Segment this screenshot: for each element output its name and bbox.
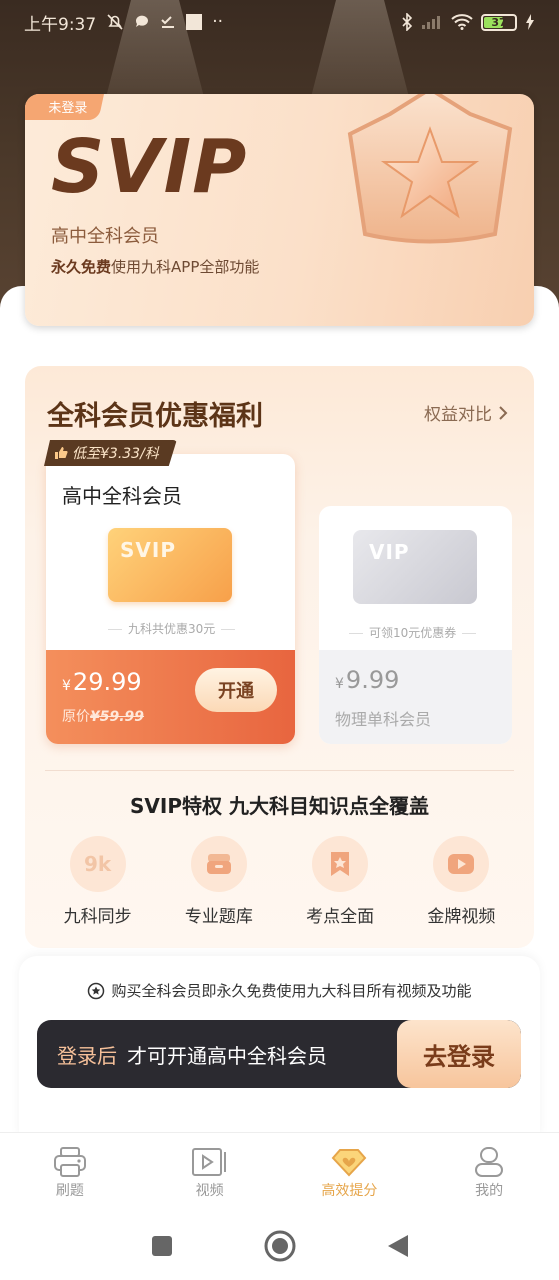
plan-note: 可领10元优惠券: [343, 624, 482, 641]
video-icon: [191, 1147, 226, 1176]
svip-logo: SVIP: [51, 124, 248, 210]
open-membership-button[interactable]: 开通: [195, 668, 277, 712]
chat-icon: [136, 15, 149, 27]
plan-card-all-subjects[interactable]: 高中全科会员 SVIP 九科共优惠30元 ¥29.99 原价¥59.99 开通: [46, 454, 295, 744]
tab-practice[interactable]: 刷题: [20, 1146, 120, 1200]
plan-price: ¥29.99: [62, 668, 142, 696]
bluetooth-icon: [402, 13, 413, 31]
question-bank-icon: [190, 836, 247, 892]
privilege-item: 考点全面: [285, 836, 395, 927]
benefits-panel: 全科会员优惠福利 权益对比 高中全科会员 SVIP 九科共优惠30元 ¥29.9…: [25, 366, 534, 948]
plan-note: 九科共优惠30元: [102, 620, 241, 637]
checklist-icon: [161, 16, 175, 28]
svip-member-card: SVIP: [108, 528, 232, 602]
system-navigation: [0, 1212, 559, 1280]
plan-price: ¥9.99: [335, 666, 400, 694]
privilege-item: 金牌视频: [406, 836, 516, 927]
tab-mine[interactable]: 我的: [439, 1146, 539, 1200]
crown-star-icon: [347, 94, 513, 244]
star-circle-icon: [88, 982, 105, 999]
status-extra: ··: [212, 12, 223, 32]
recent-apps-icon[interactable]: [150, 1234, 174, 1258]
login-prompt: 登录后 才可开通高中全科会员: [57, 1044, 327, 1068]
tab-video[interactable]: 视频: [160, 1146, 260, 1200]
privilege-title: SVIP特权 九大科目知识点全覆盖: [130, 794, 429, 818]
tab-boost-score[interactable]: 高效提分: [299, 1146, 399, 1200]
video-play-icon: [433, 836, 490, 892]
price-ribbon: 低至¥3.33/科: [44, 440, 177, 466]
purchase-notice: 购买全科会员即永久免费使用九大科目所有视频及功能: [19, 980, 540, 1001]
bookmark-star-icon: [312, 836, 369, 892]
svip-card[interactable]: 未登录 SVIP 高中全科会员 永久免费使用九科APP全部功能: [25, 94, 534, 326]
charging-icon: [526, 14, 534, 30]
login-area: 购买全科会员即永久免费使用九大科目所有视频及功能 登录后 才可开通高中全科会员 去…: [19, 956, 540, 1136]
original-price: 原价¥59.99: [62, 709, 145, 725]
plan-name: 物理单科会员: [335, 710, 432, 729]
status-time: 上午9:37: [24, 14, 97, 35]
vip-member-card: VIP: [353, 530, 477, 604]
user-icon: [475, 1146, 504, 1177]
login-bar[interactable]: 登录后 才可开通高中全科会员 去登录: [37, 1020, 521, 1088]
divider: [45, 770, 514, 771]
svip-subtitle: 高中全科会员: [51, 226, 159, 247]
privilege-item: 9k 九科同步: [43, 836, 153, 927]
signal-icon: [422, 16, 440, 29]
printer-icon: [53, 1146, 86, 1177]
mute-bell-icon: [107, 14, 123, 30]
bottom-tab-bar: 刷题 视频 高效提分 我的: [0, 1132, 559, 1212]
plan-name: 高中全科会员: [62, 484, 182, 508]
nine-k-icon: 9k: [69, 836, 126, 892]
svip-description: 永久免费使用九科APP全部功能: [51, 258, 260, 276]
plan-card-physics[interactable]: VIP 可领10元优惠券 ¥9.99 物理单科会员: [319, 506, 512, 744]
status-bar: 上午9:37 ·· 37: [0, 0, 559, 44]
square-icon: [186, 14, 203, 30]
diamond-heart-icon: [332, 1148, 367, 1176]
back-icon[interactable]: [386, 1233, 410, 1259]
battery-icon: 37: [481, 13, 517, 31]
go-login-button[interactable]: 去登录: [397, 1020, 521, 1088]
chevron-right-icon: [499, 405, 508, 420]
wifi-icon: [451, 14, 473, 30]
privilege-item: 专业题库: [164, 836, 274, 927]
compare-link[interactable]: 权益对比: [424, 400, 508, 425]
benefits-title: 全科会员优惠福利: [47, 401, 263, 432]
thumbs-up-icon: [54, 446, 68, 460]
not-logged-in-tag: 未登录: [25, 94, 105, 120]
home-icon[interactable]: [264, 1230, 296, 1262]
privilege-list: 9k 九科同步 专业题库 考点全面 金牌视频: [25, 836, 534, 927]
